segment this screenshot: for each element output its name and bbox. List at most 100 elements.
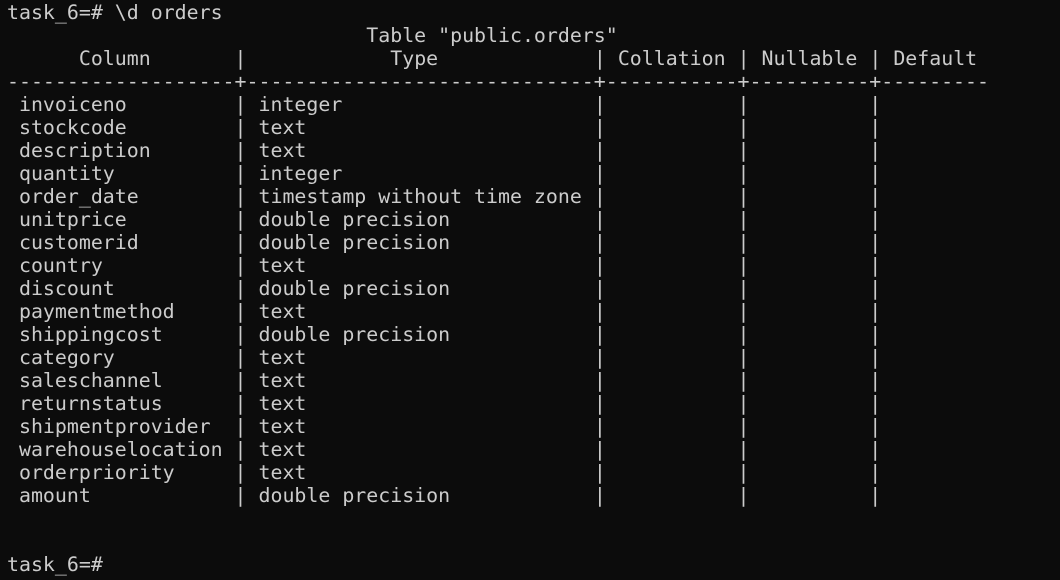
cell-column: category [18, 346, 223, 369]
table-row: orderpriority | text | | | [7, 461, 977, 484]
table-body: invoiceno | integer | | | stockcode | te… [7, 93, 977, 507]
cell-column: invoiceno [18, 93, 223, 116]
cell-default [893, 185, 977, 208]
cell-collation [618, 323, 726, 346]
final-prompt-line[interactable]: task_6=# [7, 553, 115, 576]
cell-type: text [258, 300, 582, 323]
cell-default [893, 208, 977, 231]
cell-type: text [258, 369, 582, 392]
column-header-collation: Collation [617, 47, 726, 70]
cell-nullable [762, 369, 858, 392]
cell-nullable [762, 323, 858, 346]
table-row: stockcode | text | | | [7, 116, 977, 139]
cell-collation [618, 93, 726, 116]
cell-column: unitprice [18, 208, 223, 231]
cell-type: text [258, 461, 582, 484]
cell-column: order_date [18, 185, 223, 208]
column-header-column: Column [18, 47, 223, 70]
cell-nullable [762, 185, 858, 208]
cell-collation [618, 369, 726, 392]
table-row: shipmentprovider | text | | | [7, 415, 977, 438]
table-row: discount | double precision | | | [7, 277, 977, 300]
cell-collation [618, 254, 726, 277]
cell-type: text [258, 139, 582, 162]
cell-type: text [258, 392, 582, 415]
cell-default [893, 484, 977, 507]
cell-collation [618, 277, 726, 300]
cell-type: integer [258, 93, 582, 116]
cell-column: saleschannel [18, 369, 223, 392]
cell-column: returnstatus [18, 392, 223, 415]
cell-collation [618, 484, 726, 507]
prompt-text: task_6=# [7, 1, 103, 24]
cell-default [893, 254, 977, 277]
cell-column: paymentmethod [18, 300, 223, 323]
cell-default [893, 461, 977, 484]
cell-default [893, 277, 977, 300]
cell-collation [618, 116, 726, 139]
cell-default [893, 323, 977, 346]
cell-column: country [18, 254, 223, 277]
cell-collation [618, 185, 726, 208]
cell-collation [618, 208, 726, 231]
table-row: country | text | | | [7, 254, 977, 277]
cell-type: double precision [258, 277, 582, 300]
cell-default [893, 93, 977, 116]
cell-column: amount [18, 484, 223, 507]
command-text: \d orders [114, 1, 223, 24]
table-row: saleschannel | text | | | [7, 369, 977, 392]
cell-type: text [258, 116, 582, 139]
cell-column: quantity [18, 162, 223, 185]
cell-type: integer [258, 162, 582, 185]
cell-column: customerid [18, 231, 223, 254]
cell-default [893, 392, 977, 415]
cell-default [893, 415, 977, 438]
cell-default [893, 231, 977, 254]
cell-collation [618, 461, 726, 484]
cell-nullable [762, 484, 858, 507]
cell-type: timestamp without time zone [258, 185, 582, 208]
cell-type: double precision [258, 231, 582, 254]
cell-collation [618, 300, 726, 323]
cell-column: stockcode [18, 116, 223, 139]
cell-column: discount [18, 277, 223, 300]
table-row: customerid | double precision | | | [7, 231, 977, 254]
cell-nullable [762, 277, 858, 300]
cell-nullable [762, 415, 858, 438]
cell-nullable [762, 231, 858, 254]
table-row: amount | double precision | | | [7, 484, 977, 507]
table-separator: -------------------+--------------------… [7, 70, 989, 93]
table-header-row: Column | Type | Collation | Nullable | D… [18, 47, 978, 70]
table-row: unitprice | double precision | | | [7, 208, 977, 231]
cell-nullable [762, 116, 858, 139]
cell-collation [618, 346, 726, 369]
cell-default [893, 438, 977, 461]
cell-nullable [762, 300, 858, 323]
terminal-window[interactable]: task_6=# \d orders Table "public.orders"… [7, 0, 1057, 580]
cell-default [893, 116, 977, 139]
cell-type: text [258, 415, 582, 438]
cell-nullable [762, 162, 858, 185]
cell-nullable [762, 461, 858, 484]
column-header-type: Type [258, 47, 582, 70]
table-row: category | text | | | [7, 346, 977, 369]
cell-type: double precision [258, 323, 582, 346]
cell-nullable [762, 254, 858, 277]
cell-type: text [258, 438, 582, 461]
cell-type: double precision [258, 208, 582, 231]
cell-column: shipmentprovider [18, 415, 223, 438]
cell-column: shippingcost [18, 323, 223, 346]
cell-column: warehouselocation [18, 438, 223, 461]
cell-default [893, 300, 977, 323]
cell-column: orderpriority [18, 461, 223, 484]
cell-default [893, 139, 977, 162]
final-prompt-text: task_6=# [7, 553, 103, 576]
table-row: quantity | integer | | | [7, 162, 977, 185]
cell-nullable [762, 438, 858, 461]
cell-nullable [762, 208, 858, 231]
cell-collation [618, 162, 726, 185]
cell-default [893, 162, 977, 185]
cell-type: text [258, 254, 582, 277]
table-title-text: Table "public.orders" [366, 24, 618, 47]
table-row: warehouselocation | text | | | [7, 438, 977, 461]
